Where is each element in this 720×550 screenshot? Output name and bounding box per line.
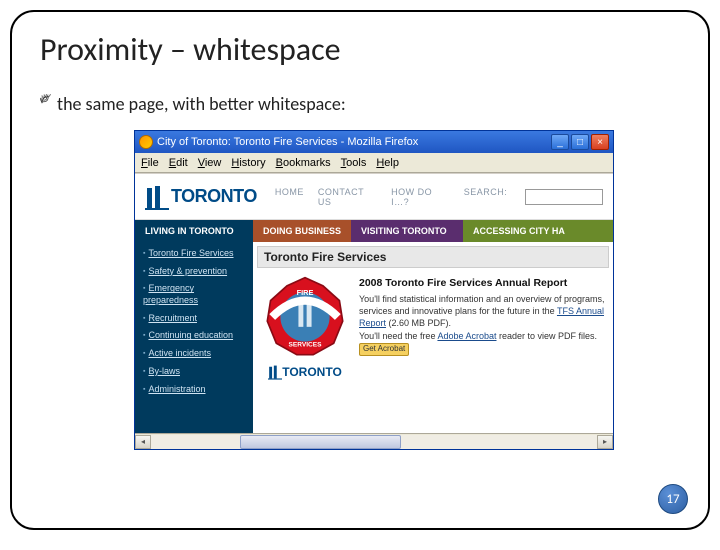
- browser-window: City of Toronto: Toronto Fire Services -…: [134, 130, 614, 450]
- tab-living[interactable]: LIVING IN TORONTO: [135, 220, 253, 242]
- sidebar-item[interactable]: Toronto Fire Services: [143, 248, 245, 260]
- menu-bookmarks[interactable]: Bookmarks: [276, 157, 331, 169]
- toronto-logo[interactable]: TORONTO: [145, 184, 257, 210]
- scroll-right-button[interactable]: ▸: [597, 435, 613, 449]
- bullet-icon: ༗: [40, 81, 51, 126]
- article-body2: You'll need the free Adobe Acrobat reade…: [359, 330, 607, 356]
- site-header: TORONTO HOME CONTACT US HOW DO I…? SEARC…: [135, 174, 613, 220]
- city-hall-icon: [268, 364, 282, 380]
- sidebar-item[interactable]: Safety & prevention: [143, 266, 245, 278]
- tab-doing[interactable]: DOING BUSINESS: [253, 220, 351, 242]
- sidebar-item[interactable]: Continuing education: [143, 330, 245, 342]
- svg-text:SERVICES: SERVICES: [289, 342, 323, 349]
- tab-bar: LIVING IN TORONTO DOING BUSINESS VISITIN…: [135, 220, 613, 242]
- article-body: You'll find statistical information and …: [359, 293, 607, 329]
- article-title: 2008 Toronto Fire Services Annual Report: [359, 276, 607, 290]
- sidebar-item[interactable]: Active incidents: [143, 348, 245, 360]
- get-acrobat-button[interactable]: Get Acrobat: [359, 343, 409, 356]
- fire-services-badge-icon: FIRE SERVICES: [264, 276, 346, 358]
- menu-tools[interactable]: Tools: [341, 157, 367, 169]
- top-nav: HOME CONTACT US HOW DO I…? SEARCH:: [275, 187, 507, 207]
- adobe-acrobat-link[interactable]: Adobe Acrobat: [437, 331, 496, 341]
- nav-search-label: SEARCH:: [464, 187, 508, 207]
- firefox-icon: [139, 135, 153, 149]
- browser-menubar: File Edit View History Bookmarks Tools H…: [135, 153, 613, 173]
- menu-help[interactable]: Help: [376, 157, 399, 169]
- slide-bullet: ༗ the same page, with better whitespace:: [12, 81, 708, 126]
- tab-visiting[interactable]: VISITING TORONTO: [351, 220, 463, 242]
- toronto-mini-logo: TORONTO: [268, 364, 342, 380]
- sidebar-item[interactable]: By-laws: [143, 366, 245, 378]
- horizontal-scrollbar[interactable]: ◂ ▸: [135, 433, 613, 449]
- close-button[interactable]: ×: [591, 134, 609, 150]
- page-number: 17: [658, 484, 688, 514]
- nav-home[interactable]: HOME: [275, 187, 304, 207]
- search-input[interactable]: [525, 189, 603, 205]
- sidebar-item[interactable]: Recruitment: [143, 313, 245, 325]
- tab-accessing[interactable]: ACCESSING CITY HA: [463, 220, 613, 242]
- svg-text:FIRE: FIRE: [297, 288, 314, 297]
- city-hall-icon: [145, 184, 169, 210]
- menu-view[interactable]: View: [198, 157, 222, 169]
- sidebar-nav: Toronto Fire Services Safety & preventio…: [135, 242, 253, 433]
- browser-titlebar[interactable]: City of Toronto: Toronto Fire Services -…: [135, 131, 613, 153]
- minimize-button[interactable]: _: [551, 134, 569, 150]
- maximize-button[interactable]: □: [571, 134, 589, 150]
- menu-file[interactable]: File: [141, 157, 159, 169]
- nav-contact[interactable]: CONTACT US: [318, 187, 377, 207]
- window-title: City of Toronto: Toronto Fire Services -…: [157, 136, 418, 148]
- sidebar-item[interactable]: Emergency preparedness: [143, 283, 245, 306]
- logo-text: TORONTO: [171, 186, 257, 207]
- page-content: TORONTO HOME CONTACT US HOW DO I…? SEARC…: [135, 173, 613, 449]
- menu-history[interactable]: History: [231, 157, 265, 169]
- menu-edit[interactable]: Edit: [169, 157, 188, 169]
- scroll-thumb[interactable]: [240, 435, 401, 449]
- mini-logo-text: TORONTO: [282, 364, 342, 380]
- bullet-text: the same page, with better whitespace:: [57, 93, 346, 115]
- scroll-left-button[interactable]: ◂: [135, 435, 151, 449]
- nav-howdo[interactable]: HOW DO I…?: [391, 187, 450, 207]
- scroll-track[interactable]: [151, 435, 597, 449]
- sidebar-item[interactable]: Administration: [143, 384, 245, 396]
- page-title: Toronto Fire Services: [257, 246, 609, 268]
- slide-title: Proximity – whitespace: [12, 12, 708, 75]
- article: FIRE SERVICES TORONTO: [253, 272, 613, 384]
